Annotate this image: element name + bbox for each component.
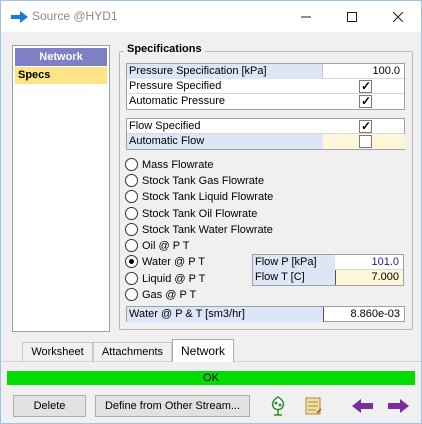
flow-p-row: Flow P [kPa] 101.0 [253,255,403,270]
stream-arrow-icon [11,11,28,23]
auto-flow-label: Automatic Flow [129,135,205,147]
next-arrow-icon [388,399,409,413]
checkmark-icon: ✓ [361,94,372,108]
radio-button[interactable] [125,288,138,301]
next-button[interactable] [385,394,411,418]
radio-button[interactable] [125,223,138,236]
tab-network[interactable]: Network [172,339,234,362]
auto-pressure-label: Automatic Pressure [129,95,225,107]
water-rate-input[interactable]: 8.860e-03 [323,307,404,322]
pressure-spec-input[interactable]: 100.0 [322,64,404,79]
auto-flow-checkbox[interactable] [359,135,372,148]
checkmark-icon: ✓ [361,79,372,93]
nav-item-specs[interactable]: Specs [15,67,107,84]
window-title: Source @HYD1 [32,9,118,23]
flow-t-input[interactable]: 7.000 [335,270,403,285]
radio-button-selected[interactable] [125,255,138,268]
flow-specified-label: Flow Specified [129,120,201,132]
delete-button[interactable]: Delete [13,395,86,417]
water-rate-label: Water @ P & T [sm3/hr] [127,307,323,322]
radio-label: Gas @ P T [142,289,197,301]
status-bar: OK [7,371,415,385]
tab-worksheet[interactable]: Worksheet [22,342,93,361]
page-navigator: Network Specs [12,45,110,332]
define-from-other-stream-button[interactable]: Define from Other Stream... [95,395,250,417]
auto-flow-row: Automatic Flow [127,134,405,149]
pressure-spec-label: Pressure Specification [kPa] [127,64,322,79]
radio-button[interactable] [125,207,138,220]
water-rate-row: Water @ P & T [sm3/hr] 8.860e-03 [126,306,405,322]
radio-label: Oil @ P T [142,240,190,252]
radio-label: Mass Flowrate [142,159,214,171]
pressure-spec-row: Pressure Specification [kPa] 100.0 [127,64,404,79]
pressure-specified-label: Pressure Specified [129,80,222,92]
nav-header: Network [15,48,107,66]
pressure-specified-row: Pressure Specified ✓ [127,79,404,94]
radio-button[interactable] [125,174,138,187]
maximize-icon [347,11,357,22]
notes-button[interactable] [300,394,326,418]
minimize-icon [301,16,311,17]
close-icon [393,11,403,22]
tab-attachments[interactable]: Attachments [93,342,172,361]
flow-t-row: Flow T [C] 7.000 [253,270,403,285]
stream-properties-icon [271,396,285,416]
flow-t-label: Flow T [C] [253,270,335,285]
previous-arrow-icon [352,399,373,413]
minimize-button[interactable] [283,1,329,32]
flow-p-label: Flow P [kPa] [253,255,335,270]
auto-pressure-row: Automatic Pressure ✓ [127,94,404,109]
previous-button[interactable] [350,394,376,418]
radio-label: Water @ P T [142,256,205,268]
radio-label: Stock Tank Liquid Flowrate [142,191,274,203]
stream-properties-button[interactable] [265,394,291,418]
specifications-title: Specifications [124,43,205,55]
radio-button[interactable] [125,272,138,285]
radio-button[interactable] [125,158,138,171]
flow-table: Flow Specified ✓ Automatic Flow [126,118,405,150]
maximize-button[interactable] [329,1,375,32]
radio-dot [129,259,134,264]
pressure-table: Pressure Specification [kPa] 100.0 Press… [126,63,405,110]
flow-conditions-table: Flow P [kPa] 101.0 Flow T [C] 7.000 [252,254,404,286]
close-button[interactable] [375,1,421,32]
radio-label: Stock Tank Oil Flowrate [142,208,258,220]
radio-label: Liquid @ P T [142,273,206,285]
notes-icon [305,397,322,415]
radio-label: Stock Tank Gas Flowrate [142,175,265,187]
pressure-specified-checkbox[interactable]: ✓ [359,79,372,93]
checkmark-icon: ✓ [361,119,372,133]
radio-label: Stock Tank Water Flowrate [142,224,273,236]
source-window: Source @HYD1 Network Specs Specification… [0,0,422,424]
auto-pressure-checkbox[interactable]: ✓ [359,94,372,108]
title-bar: Source @HYD1 [1,1,421,32]
flow-specified-checkbox[interactable]: ✓ [359,119,372,133]
flow-specified-row: Flow Specified ✓ [127,119,404,134]
flow-p-value: 101.0 [371,256,399,268]
radio-button[interactable] [125,190,138,203]
radio-button[interactable] [125,239,138,252]
